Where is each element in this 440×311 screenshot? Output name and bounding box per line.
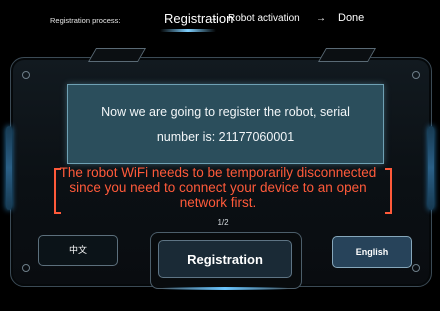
frame-decoration (87, 48, 147, 62)
frame-decoration (317, 48, 377, 62)
step-done: Done (338, 12, 365, 24)
arrow-right-icon: → (208, 13, 218, 24)
bolt-icon (412, 264, 420, 272)
registration-button[interactable]: Registration (158, 240, 292, 278)
step-registration: Registration (164, 11, 234, 26)
warning-bracket-right (385, 168, 392, 214)
chinese-language-button[interactable]: 中文 (38, 235, 118, 266)
register-glow (162, 287, 288, 290)
bolt-icon (22, 71, 30, 79)
process-label: Registration process: (50, 16, 121, 25)
message-line-2: number is: 21177060001 (156, 130, 295, 144)
page-indicator: 1/2 (217, 218, 229, 227)
bolt-icon (412, 71, 420, 79)
arrow-right-icon: → (316, 13, 326, 24)
step-robot-activation: Robot activation (228, 13, 300, 24)
active-step-indicator (160, 29, 216, 32)
frame-side-light (428, 126, 434, 210)
message-line-1: Now we are going to register the robot, … (101, 105, 350, 119)
progress-header: Registration process: Registration → Rob… (0, 0, 440, 42)
message-panel: Now we are going to register the robot, … (67, 84, 384, 164)
bolt-icon (22, 264, 30, 272)
frame-side-light (6, 126, 12, 210)
wifi-warning: The robot WiFi needs to be temporarily d… (59, 165, 377, 210)
english-language-button[interactable]: English (332, 236, 412, 268)
